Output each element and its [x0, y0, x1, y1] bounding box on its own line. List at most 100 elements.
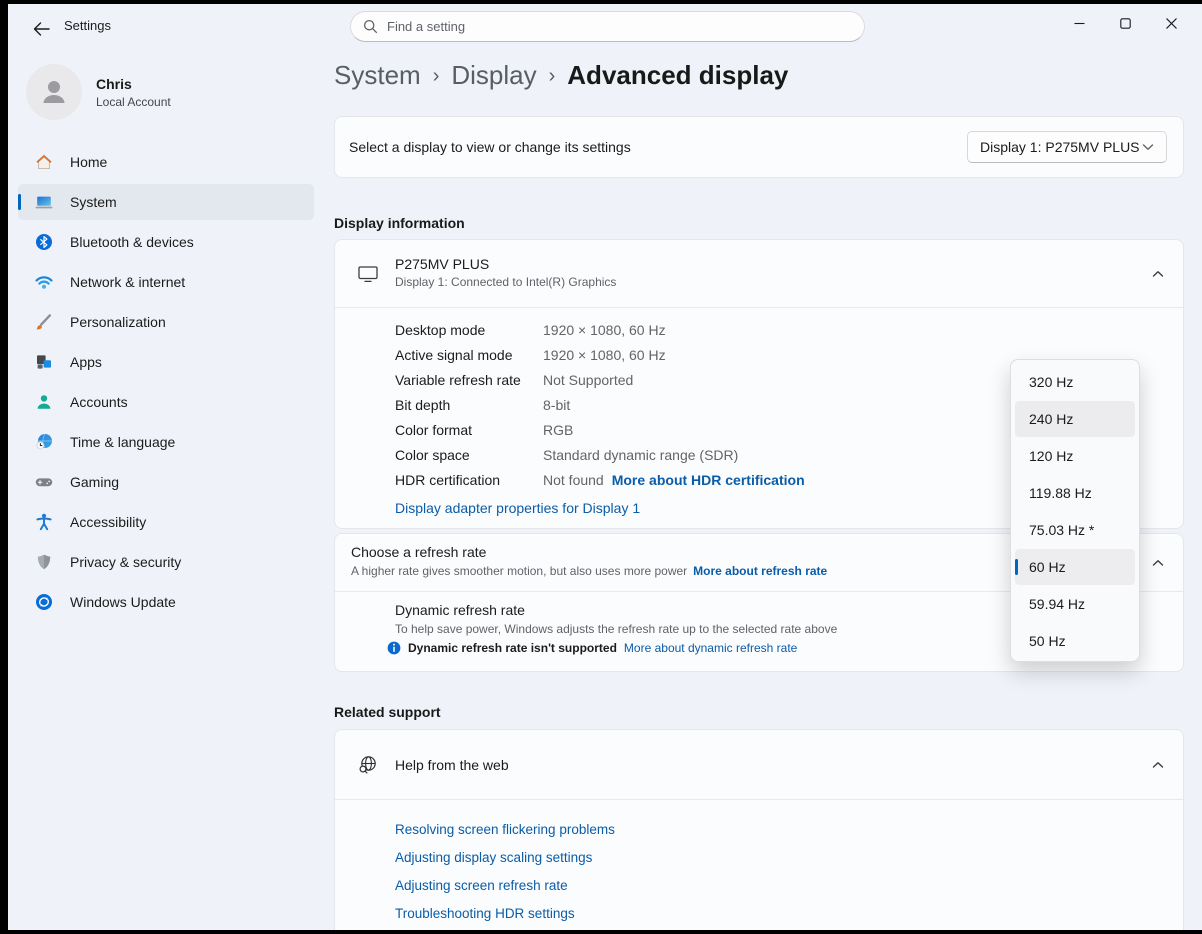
sidebar-item-accounts[interactable]: Accounts [18, 384, 314, 420]
system-icon [34, 192, 54, 212]
sidebar-item-apps[interactable]: Apps [18, 344, 314, 380]
home-icon [34, 152, 54, 172]
settings-window: Settings Find a setting Chris Local Acco… [8, 4, 1202, 930]
more-about-dynamic-refresh-rate-link[interactable]: More about dynamic refresh rate [624, 641, 797, 655]
help-expander-header[interactable]: Help from the web [335, 730, 1183, 800]
avatar[interactable] [26, 64, 82, 120]
dynamic-refresh-rate-title: Dynamic refresh rate [395, 602, 525, 618]
monitor-subtitle: Display 1: Connected to Intel(R) Graphic… [395, 275, 616, 289]
refresh-option-50hz[interactable]: 50 Hz [1015, 623, 1135, 659]
refresh-option-320hz[interactable]: 320 Hz [1015, 364, 1135, 400]
sidebar-item-label: Accounts [70, 394, 128, 410]
user-name: Chris [96, 76, 132, 92]
refresh-option-240hz[interactable]: 240 Hz [1015, 401, 1135, 437]
back-button[interactable] [26, 14, 56, 44]
sidebar-item-label: System [70, 194, 117, 210]
sidebar-nav: Home System Bluetooth & devices Network … [18, 144, 314, 624]
time-language-icon [34, 432, 54, 452]
detail-value: Not Supported [543, 372, 633, 388]
monitor-title: P275MV PLUS [395, 256, 489, 272]
breadcrumb: System › Display › Advanced display [334, 60, 788, 91]
accessibility-icon [34, 512, 54, 532]
detail-row: Desktop mode1920 × 1080, 60 Hz [395, 317, 1183, 342]
back-arrow-icon [33, 22, 50, 36]
collapse-chevron-up-icon[interactable] [1143, 750, 1173, 780]
chevron-down-icon [1142, 143, 1154, 151]
help-link-refresh-rate[interactable]: Adjusting screen refresh rate [395, 878, 1183, 893]
sidebar-item-privacy-security[interactable]: Privacy & security [18, 544, 314, 580]
collapse-chevron-up-icon[interactable] [1143, 259, 1173, 289]
hdr-certification-link[interactable]: More about HDR certification [612, 472, 805, 488]
detail-label: Variable refresh rate [395, 372, 543, 388]
refresh-option-60hz[interactable]: 60 Hz [1015, 549, 1135, 585]
detail-label: Desktop mode [395, 322, 543, 338]
sidebar-item-network-internet[interactable]: Network & internet [18, 264, 314, 300]
detail-value: 8-bit [543, 397, 570, 413]
select-display-card: Select a display to view or change its s… [334, 116, 1184, 178]
detail-label: Color space [395, 447, 543, 463]
sidebar-item-personalization[interactable]: Personalization [18, 304, 314, 340]
privacy-shield-icon [34, 552, 54, 572]
user-icon [37, 75, 71, 109]
detail-label: Color format [395, 422, 543, 438]
sidebar-item-system[interactable]: System [18, 184, 314, 220]
dynamic-refresh-rate-description: To help save power, Windows adjusts the … [395, 622, 837, 636]
refresh-option-120hz[interactable]: 120 Hz [1015, 438, 1135, 474]
refresh-option-75-03hz[interactable]: 75.03 Hz * [1015, 512, 1135, 548]
sidebar-item-label: Network & internet [70, 274, 185, 290]
sidebar-item-label: Bluetooth & devices [70, 234, 194, 250]
info-icon [387, 641, 401, 655]
help-from-web-card: Help from the web Resolving screen flick… [334, 729, 1184, 930]
display-adapter-properties-link[interactable]: Display adapter properties for Display 1 [395, 500, 640, 516]
sidebar-item-time-language[interactable]: Time & language [18, 424, 314, 460]
help-link-flickering[interactable]: Resolving screen flickering problems [395, 822, 1183, 837]
breadcrumb-separator: › [549, 63, 556, 88]
detail-value: RGB [543, 422, 573, 438]
detail-value: Standard dynamic range (SDR) [543, 447, 738, 463]
breadcrumb-system[interactable]: System [334, 60, 421, 91]
refresh-rate-title: Choose a refresh rate [351, 544, 486, 560]
sidebar-item-label: Apps [70, 354, 102, 370]
detail-label: Active signal mode [395, 347, 543, 363]
personalization-icon [34, 312, 54, 332]
sidebar-item-home[interactable]: Home [18, 144, 314, 180]
breadcrumb-display[interactable]: Display [451, 60, 536, 91]
sidebar-item-gaming[interactable]: Gaming [18, 464, 314, 500]
user-account-type: Local Account [96, 95, 171, 109]
sidebar-item-label: Time & language [70, 434, 175, 450]
refresh-option-59-94hz[interactable]: 59.94 Hz [1015, 586, 1135, 622]
display-information-header: Display information [334, 215, 465, 231]
help-link-scaling[interactable]: Adjusting display scaling settings [395, 850, 1183, 865]
sidebar-item-accessibility[interactable]: Accessibility [18, 504, 314, 540]
display-select-value: Display 1: P275MV PLUS [980, 139, 1140, 155]
dynamic-refresh-rate-status: Dynamic refresh rate isn't supported [408, 641, 617, 655]
display-select-dropdown[interactable]: Display 1: P275MV PLUS [967, 131, 1167, 163]
network-wifi-icon [34, 272, 54, 292]
sidebar-item-windows-update[interactable]: Windows Update [18, 584, 314, 620]
sidebar-item-label: Windows Update [70, 594, 176, 610]
more-about-refresh-rate-link[interactable]: More about refresh rate [693, 564, 827, 578]
help-link-hdr[interactable]: Troubleshooting HDR settings [395, 906, 1183, 921]
breadcrumb-separator: › [433, 63, 440, 88]
sidebar-item-label: Accessibility [70, 514, 146, 530]
sidebar-item-bluetooth-devices[interactable]: Bluetooth & devices [18, 224, 314, 260]
refresh-option-119-88hz[interactable]: 119.88 Hz [1015, 475, 1135, 511]
refresh-rate-subtitle: A higher rate gives smoother motion, but… [351, 564, 827, 578]
sidebar-item-label: Gaming [70, 474, 119, 490]
page-title: Advanced display [567, 60, 788, 91]
collapse-chevron-up-icon[interactable] [1143, 548, 1173, 578]
monitor-icon [357, 263, 379, 285]
related-support-header: Related support [334, 704, 441, 720]
apps-icon [34, 352, 54, 372]
app-title: Settings [64, 18, 111, 33]
web-help-globe-icon [357, 754, 379, 776]
accounts-icon [34, 392, 54, 412]
detail-value: Not foundMore about HDR certification [543, 472, 805, 488]
sidebar-item-label: Home [70, 154, 107, 170]
refresh-rate-flyout: 320 Hz 240 Hz 120 Hz 119.88 Hz 75.03 Hz … [1010, 359, 1140, 662]
select-display-label: Select a display to view or change its s… [349, 139, 631, 155]
detail-value: 1920 × 1080, 60 Hz [543, 322, 666, 338]
monitor-expander-header[interactable]: P275MV PLUS Display 1: Connected to Inte… [335, 240, 1183, 308]
windows-update-icon [34, 592, 54, 612]
detail-label: HDR certification [395, 472, 543, 488]
